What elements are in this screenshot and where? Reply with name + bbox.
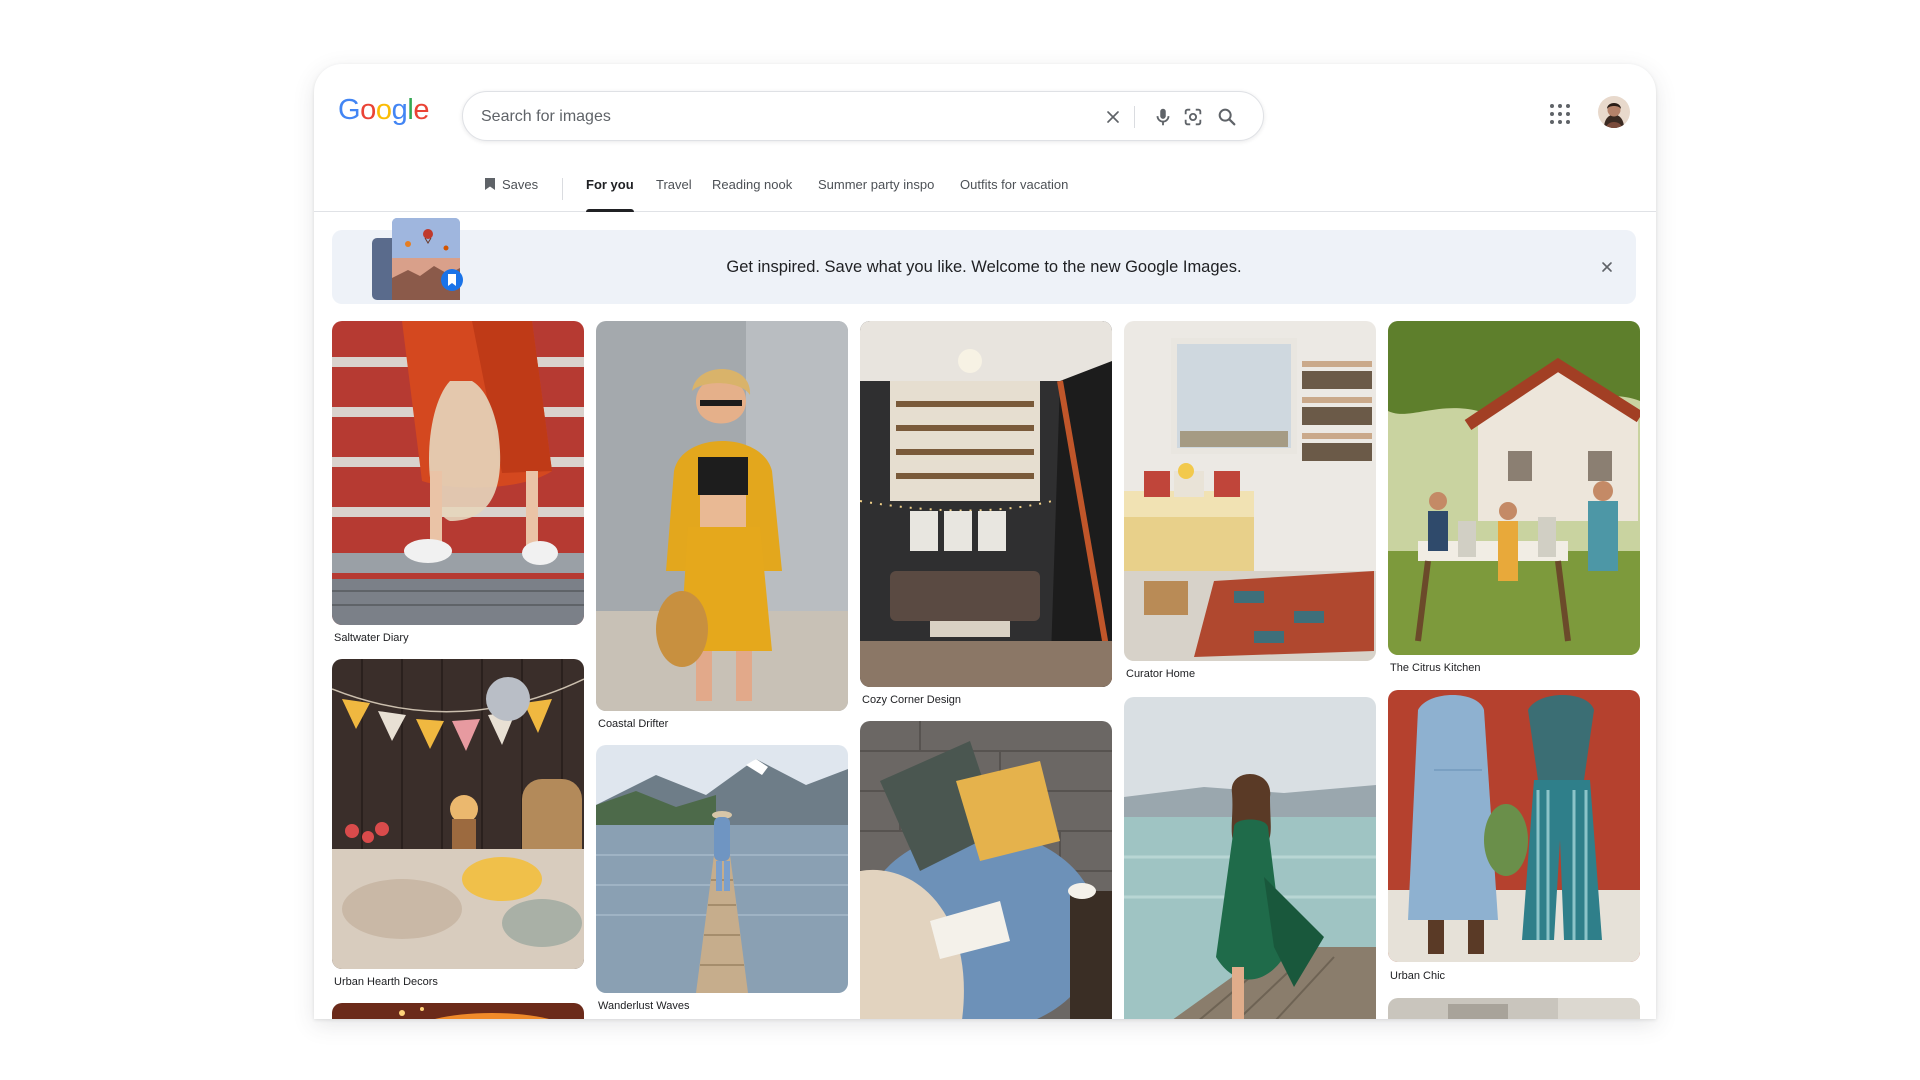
logo-letter: g: [391, 94, 408, 126]
search-input[interactable]: [481, 104, 1061, 130]
banner-message: Get inspired. Save what you like. Welcom…: [726, 258, 1242, 276]
tab-summer-party-inspo[interactable]: Summer party inspo: [818, 177, 934, 212]
image-caption[interactable]: Saltwater Diary: [334, 632, 409, 644]
google-logo[interactable]: Google: [338, 94, 430, 127]
close-icon[interactable]: [1101, 105, 1125, 129]
image-tile-cozy-corner-design[interactable]: [860, 321, 1112, 687]
search-divider: [1134, 106, 1135, 128]
logo-letter: G: [338, 94, 361, 126]
tab-for-you[interactable]: For you: [586, 177, 634, 212]
tab-divider: [562, 178, 563, 200]
image-tile-urban-hearth-decors[interactable]: [332, 659, 584, 969]
tab-reading-nook[interactable]: Reading nook: [712, 177, 792, 212]
image-caption[interactable]: Urban Hearth Decors: [334, 976, 438, 988]
avatar[interactable]: [1598, 96, 1630, 128]
tab-label: Saves: [502, 177, 539, 192]
image-caption[interactable]: Wanderlust Waves: [598, 1000, 690, 1012]
welcome-banner: Get inspired. Save what you like. Welcom…: [332, 218, 1636, 304]
image-caption[interactable]: The Citrus Kitchen: [1390, 662, 1480, 674]
image-caption[interactable]: Cozy Corner Design: [862, 694, 961, 706]
image-tile-reading-nook[interactable]: [860, 721, 1112, 1019]
image-tile-coastal-drifter[interactable]: [596, 321, 848, 711]
image-tile-partial[interactable]: [1388, 998, 1640, 1019]
close-icon[interactable]: [1598, 258, 1616, 276]
image-tile-the-citrus-kitchen[interactable]: [1388, 321, 1640, 655]
image-caption[interactable]: Curator Home: [1126, 668, 1195, 680]
lens-icon[interactable]: [1181, 105, 1205, 129]
image-tile-wanderlust-waves[interactable]: [596, 745, 848, 993]
apps-grid-icon[interactable]: [1548, 102, 1572, 126]
image-tile-curator-home[interactable]: [1124, 321, 1376, 661]
tab-saves[interactable]: Saves: [484, 177, 538, 212]
image-tile-saltwater-diary[interactable]: [332, 321, 584, 625]
image-caption[interactable]: Coastal Drifter: [598, 718, 668, 730]
tab-travel[interactable]: Travel: [656, 177, 692, 212]
bookmark-icon: [485, 178, 495, 190]
tab-bar: Saves For you Travel Reading nook Summer…: [314, 160, 1656, 212]
mic-icon[interactable]: [1151, 105, 1175, 129]
logo-letter: o: [375, 94, 392, 126]
search-icon[interactable]: [1215, 105, 1239, 129]
app-window: Google Saves: [314, 64, 1656, 1019]
image-tile-partial[interactable]: [332, 1003, 584, 1019]
search-bar[interactable]: [462, 91, 1264, 141]
logo-letter: o: [360, 94, 376, 126]
image-caption[interactable]: Urban Chic: [1390, 970, 1445, 982]
image-tile-seaside-dress[interactable]: [1124, 697, 1376, 1019]
image-tile-urban-chic[interactable]: [1388, 690, 1640, 962]
logo-letter: e: [413, 94, 430, 126]
tab-outfits-for-vacation[interactable]: Outfits for vacation: [960, 177, 1068, 212]
